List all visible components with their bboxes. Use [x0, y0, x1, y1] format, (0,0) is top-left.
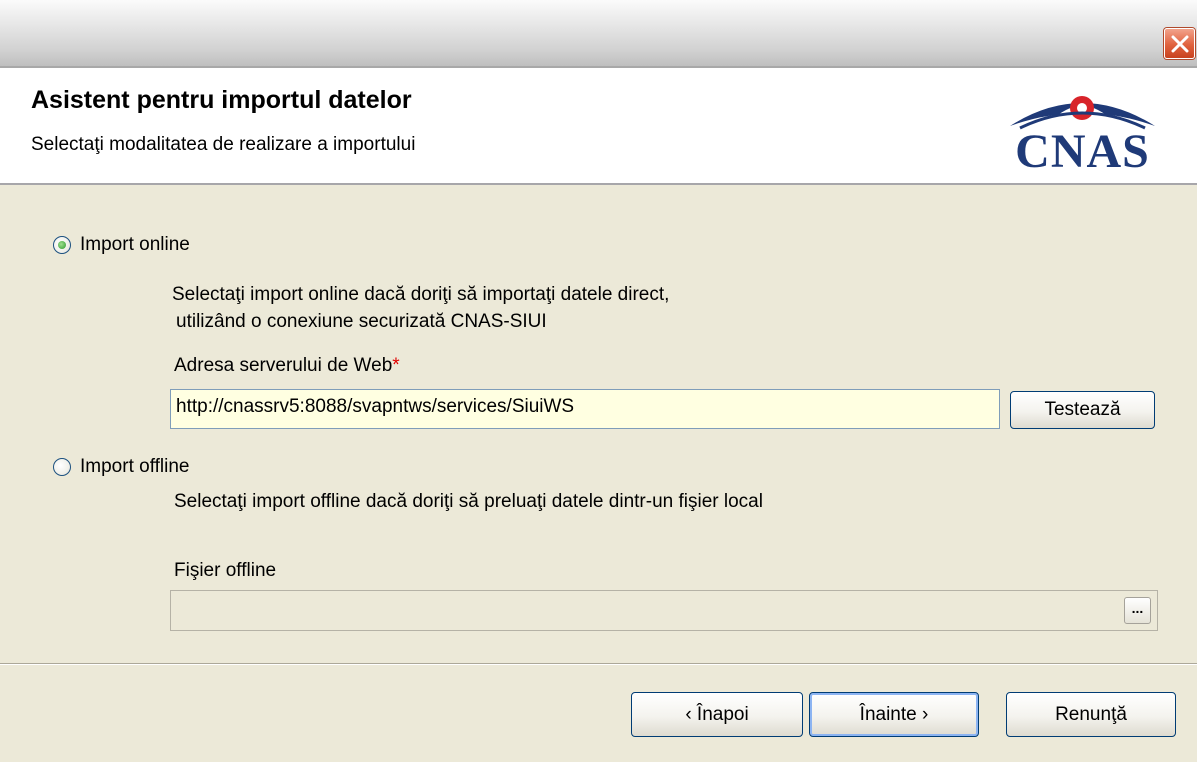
page-title: Asistent pentru importul datelor [31, 86, 412, 114]
close-icon [1171, 35, 1189, 53]
import-wizard-window: Asistent pentru importul datelor Selecta… [0, 0, 1197, 762]
import-online-label[interactable]: Import online [80, 234, 190, 256]
page-subtitle: Selectaţi modalitatea de realizare a imp… [31, 134, 416, 155]
server-address-input[interactable]: http://cnassrv5:8088/svapntws/services/S… [170, 389, 1000, 429]
import-offline-radio[interactable] [53, 458, 71, 476]
online-description-line2: utilizând o conexiune securizată CNAS-SI… [176, 311, 547, 332]
import-offline-label[interactable]: Import offline [80, 456, 189, 478]
server-address-label-text: Adresa serverului de Web [174, 355, 393, 376]
server-address-label: Adresa serverului de Web* [174, 355, 400, 377]
offline-file-input[interactable] [170, 590, 1158, 631]
required-marker: * [392, 355, 400, 376]
browse-file-button[interactable]: ... [1124, 597, 1151, 624]
import-online-radio[interactable] [53, 236, 71, 254]
radio-selected-dot [58, 241, 66, 249]
wizard-header: Asistent pentru importul datelor Selecta… [0, 68, 1197, 185]
cancel-button[interactable]: Renunţă [1006, 692, 1176, 737]
test-connection-button[interactable]: Testează [1010, 391, 1155, 429]
logo-text: CNAS [1015, 125, 1150, 178]
footer-separator [0, 663, 1197, 665]
offline-file-label: Fişier offline [174, 560, 277, 581]
online-description-line1: Selectaţi import online dacă doriţi să i… [172, 284, 670, 305]
next-button[interactable]: Înainte › [809, 692, 979, 737]
offline-description: Selectaţi import offline dacă doriţi să … [174, 491, 763, 512]
back-button[interactable]: ‹ Înapoi [631, 692, 803, 737]
title-bar[interactable] [0, 0, 1197, 68]
close-button[interactable] [1164, 28, 1195, 59]
cnas-logo: CNAS [990, 82, 1175, 178]
